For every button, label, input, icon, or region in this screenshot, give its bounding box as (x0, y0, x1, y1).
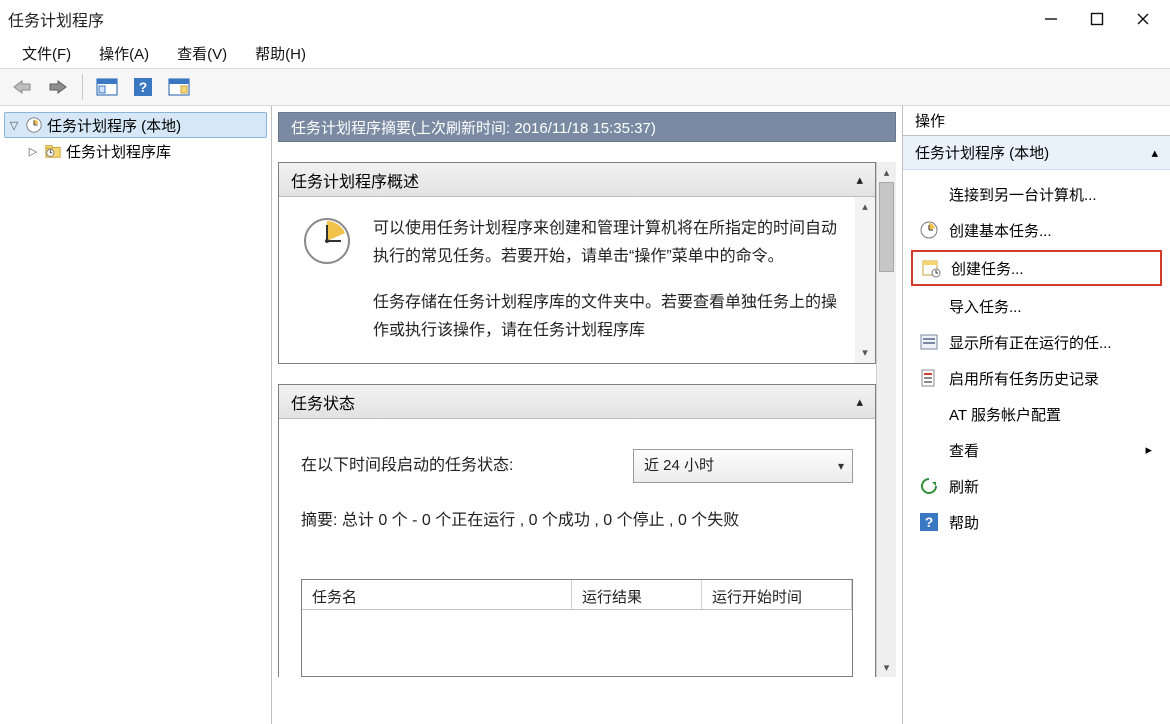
menu-help[interactable]: 帮助(H) (241, 39, 320, 68)
tree-pane: ▽ 任务计划程序 (本地) ▷ 任务计划程序库 (0, 106, 272, 724)
library-folder-icon (44, 142, 62, 160)
dropdown-icon: ▾ (838, 452, 844, 480)
col-run-result[interactable]: 运行结果 (572, 580, 702, 609)
center-scrollbar[interactable]: ▴ ▾ (876, 162, 896, 677)
show-hide-action-pane-button[interactable] (163, 73, 195, 101)
overview-paragraph-1: 可以使用任务计划程序来创建和管理计算机将在所指定的时间自动执行的常见任务。若要开… (373, 215, 843, 271)
action-label: 启用所有任务历史记录 (949, 368, 1099, 389)
action-label: 显示所有正在运行的任... (949, 332, 1112, 353)
summary-header-label: 任务计划程序摘要(上次刷新时间: 2016/11/18 15:35:37) (291, 117, 656, 138)
scroll-up-icon[interactable]: ▴ (877, 162, 896, 182)
clock-icon (25, 116, 43, 134)
toolbar: ? (0, 68, 1170, 106)
menu-view[interactable]: 查看(V) (163, 39, 241, 68)
collapse-up-icon[interactable]: ▴ (856, 394, 863, 410)
menubar: 文件(F) 操作(A) 查看(V) 帮助(H) (0, 38, 1170, 68)
show-hide-tree-button[interactable] (91, 73, 123, 101)
time-range-value: 近 24 小时 (644, 452, 714, 480)
scroll-down-icon[interactable]: ▾ (877, 657, 896, 677)
toolbar-separator (82, 74, 83, 100)
tree-root-label: 任务计划程序 (本地) (47, 115, 181, 136)
tree-collapse-icon[interactable]: ▽ (7, 119, 21, 132)
minimize-button[interactable] (1028, 3, 1074, 35)
center-inner: 任务计划程序摘要(上次刷新时间: 2016/11/18 15:35:37) 任务… (278, 112, 896, 724)
action-show-running[interactable]: 显示所有正在运行的任... (911, 324, 1162, 360)
action-refresh[interactable]: 刷新 (911, 468, 1162, 504)
overview-title: 任务计划程序概述 (291, 168, 419, 192)
summary-header: 任务计划程序摘要(上次刷新时间: 2016/11/18 15:35:37) (278, 112, 896, 142)
running-tasks-icon (919, 332, 939, 352)
tree-node-library[interactable]: ▷ 任务计划程序库 (4, 138, 267, 164)
action-create-basic-task[interactable]: 创建基本任务... (911, 212, 1162, 248)
action-create-task[interactable]: 创建任务... (911, 250, 1162, 286)
history-icon (919, 368, 939, 388)
actions-pane-title: 操作 (903, 106, 1170, 136)
scrollbar-thumb[interactable] (879, 182, 894, 272)
action-view-submenu[interactable]: 查看 ▸ (911, 432, 1162, 468)
scroll-up-icon[interactable]: ▴ (855, 197, 875, 217)
col-task-name[interactable]: 任务名 (302, 580, 572, 609)
svg-text:?: ? (139, 79, 148, 95)
refresh-icon (919, 476, 939, 496)
action-label: 帮助 (949, 512, 979, 533)
tree-root-task-scheduler-local[interactable]: ▽ 任务计划程序 (本地) (4, 112, 267, 138)
task-status-table: 任务名 运行结果 运行开始时间 (301, 579, 853, 677)
titlebar: 任务计划程序 (0, 0, 1170, 38)
clock-large-icon (301, 215, 353, 267)
action-label: 创建基本任务... (949, 220, 1052, 241)
status-range-label: 在以下时间段启动的任务状态: (301, 452, 513, 480)
action-label: 连接到另一台计算机... (949, 184, 1097, 205)
status-body: 在以下时间段启动的任务状态: 近 24 小时 ▾ 摘要: 总计 0 个 - 0 … (279, 419, 875, 677)
workspace: ▽ 任务计划程序 (本地) ▷ 任务计划程序库 任务计划程序摘要(上次刷新时间:… (0, 106, 1170, 724)
action-label: AT 服务帐户配置 (949, 404, 1061, 425)
action-label: 创建任务... (951, 258, 1024, 279)
actions-pane: 操作 任务计划程序 (本地) ▴ 连接到另一台计算机... 创建基本任务... … (902, 106, 1170, 724)
center-pane: 任务计划程序摘要(上次刷新时间: 2016/11/18 15:35:37) 任务… (272, 106, 902, 724)
tree-library-label: 任务计划程序库 (66, 141, 171, 162)
overview-panel: 任务计划程序概述 ▴ (278, 162, 876, 364)
status-summary-line: 摘要: 总计 0 个 - 0 个正在运行 , 0 个成功 , 0 个停止 , 0… (301, 507, 853, 535)
scroll-down-icon[interactable]: ▾ (855, 343, 875, 363)
status-panel-header[interactable]: 任务状态 ▴ (279, 385, 875, 419)
clock-small-icon (919, 220, 939, 240)
overview-paragraph-2: 任务存储在任务计划程序库的文件夹中。若要查看单独任务上的操作或执行该操作，请在任… (373, 289, 843, 345)
col-run-start[interactable]: 运行开始时间 (702, 580, 852, 609)
action-at-account[interactable]: AT 服务帐户配置 (911, 396, 1162, 432)
action-label: 导入任务... (949, 296, 1022, 317)
overview-scrollbar[interactable]: ▴ ▾ (855, 197, 875, 363)
actions-context-header[interactable]: 任务计划程序 (本地) ▴ (903, 136, 1170, 170)
svg-text:?: ? (925, 514, 934, 530)
action-import-task[interactable]: 导入任务... (911, 288, 1162, 324)
nav-forward-button[interactable] (42, 73, 74, 101)
action-enable-history[interactable]: 启用所有任务历史记录 (911, 360, 1162, 396)
overview-panel-header[interactable]: 任务计划程序概述 ▴ (279, 163, 875, 197)
submenu-arrow-icon: ▸ (1145, 442, 1152, 458)
actions-context-label: 任务计划程序 (本地) (915, 142, 1049, 163)
close-button[interactable] (1120, 3, 1166, 35)
menu-action[interactable]: 操作(A) (85, 39, 163, 68)
create-task-icon (921, 258, 941, 278)
collapse-up-icon[interactable]: ▴ (1151, 145, 1158, 161)
tree-expand-icon[interactable]: ▷ (26, 145, 40, 158)
maximize-button[interactable] (1074, 3, 1120, 35)
menu-file[interactable]: 文件(F) (8, 39, 85, 68)
help-toolbar-button[interactable]: ? (127, 73, 159, 101)
time-range-select[interactable]: 近 24 小时 ▾ (633, 449, 853, 483)
action-label: 刷新 (949, 476, 979, 497)
help-icon: ? (919, 512, 939, 532)
overview-body: 可以使用任务计划程序来创建和管理计算机将在所指定的时间自动执行的常见任务。若要开… (279, 197, 875, 363)
actions-pane-title-label: 操作 (915, 110, 945, 131)
nav-back-button[interactable] (6, 73, 38, 101)
table-header-row: 任务名 运行结果 运行开始时间 (302, 580, 852, 610)
action-connect-computer[interactable]: 连接到另一台计算机... (911, 176, 1162, 212)
action-label: 查看 (949, 440, 979, 461)
status-panel: 任务状态 ▴ 在以下时间段启动的任务状态: 近 24 小时 ▾ 摘要: 总计 0… (278, 384, 876, 677)
window-title: 任务计划程序 (8, 7, 104, 31)
actions-list: 连接到另一台计算机... 创建基本任务... 创建任务... 导入任务... 显… (903, 170, 1170, 546)
action-help[interactable]: ? 帮助 (911, 504, 1162, 540)
collapse-up-icon[interactable]: ▴ (856, 172, 863, 188)
status-title: 任务状态 (291, 390, 355, 414)
